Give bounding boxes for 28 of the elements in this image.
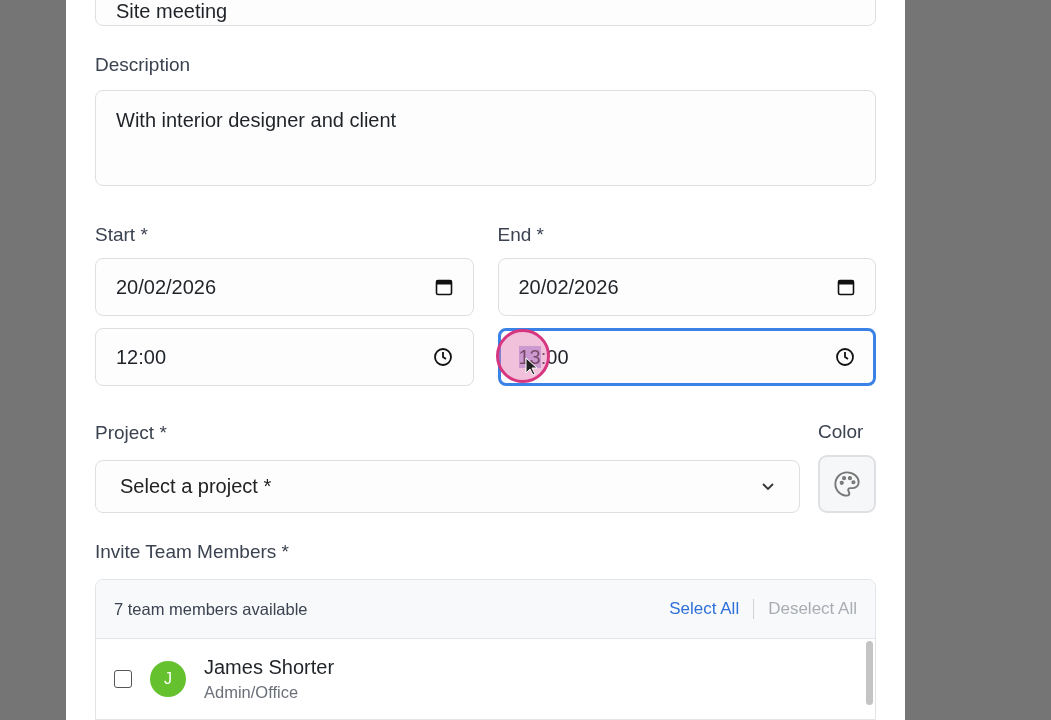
time-field[interactable]: 12:00: [95, 328, 474, 386]
title-field[interactable]: Site meeting: [95, 0, 876, 26]
field-label: Invite Team Members *: [95, 541, 290, 563]
member-name: James Shorter: [204, 656, 335, 679]
chevron-icon: [761, 482, 775, 491]
clock-icon[interactable]: [432, 347, 453, 367]
clock-icon[interactable]: [835, 347, 855, 367]
calendar-icon[interactable]: [837, 278, 855, 296]
field-label: Project *: [95, 422, 168, 444]
description-field[interactable]: With interior designer and client: [95, 90, 876, 186]
select-link[interactable]: Select All: [669, 599, 740, 619]
member-avatar: J: [150, 661, 186, 697]
time-value: 12:00: [116, 345, 167, 369]
field-label: Description: [95, 54, 192, 76]
palette-icon: [833, 470, 861, 498]
field-label: Start *: [95, 224, 149, 246]
member-checkbox[interactable]: [114, 670, 132, 688]
field-label: End *: [497, 224, 545, 246]
scrollbar[interactable]: [866, 641, 873, 705]
members-count: 7 team members available: [114, 599, 308, 619]
color-button[interactable]: [818, 455, 876, 513]
member-role: Admin/Office: [204, 683, 300, 702]
date-field[interactable]: 20/02/2026: [95, 258, 474, 316]
project-select[interactable]: Select a project *: [95, 460, 800, 513]
date-field[interactable]: 20/02/2026: [497, 258, 876, 316]
click-indicator: [495, 329, 550, 383]
calendar-icon[interactable]: [434, 278, 453, 296]
field-label: Color: [818, 421, 865, 443]
